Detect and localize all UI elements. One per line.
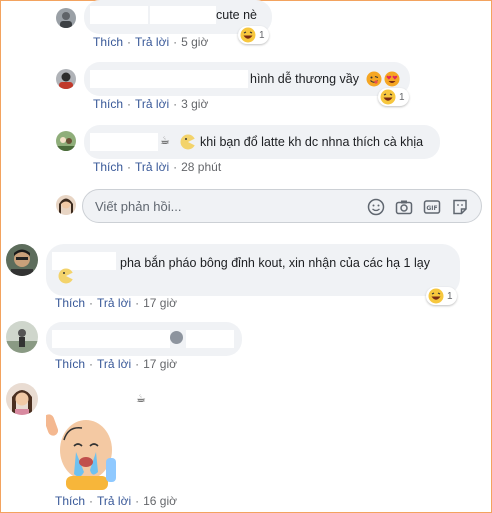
like-link[interactable]: Thích: [55, 357, 85, 371]
comment-actions: Thích · Trả lời · 28 phút: [93, 160, 222, 174]
laughing-emoji-icon: [428, 288, 444, 304]
laughing-emoji-icon: [380, 89, 396, 105]
timestamp[interactable]: 28 phút: [181, 160, 221, 174]
redacted-name: [90, 6, 148, 24]
timestamp[interactable]: 17 giờ: [143, 296, 177, 310]
comment-bubble: ☕ khi bạn đổ latte kh dc nhna thích cà k…: [84, 125, 440, 159]
sticker-icon[interactable]: [451, 198, 469, 216]
avatar[interactable]: [6, 244, 38, 276]
reply-link[interactable]: Trả lời: [97, 296, 131, 310]
comment-text: cute nè: [216, 8, 258, 22]
like-link[interactable]: Thích: [93, 160, 123, 174]
yum-emoji-icon: [366, 71, 382, 87]
like-link[interactable]: Thích: [55, 494, 85, 508]
avatar[interactable]: [56, 131, 76, 151]
avatar[interactable]: [56, 69, 76, 89]
reply-box[interactable]: GIF: [82, 189, 482, 223]
comment-actions: Thích · Trả lời · 17 giờ: [55, 357, 177, 371]
reply-link[interactable]: Trả lời: [135, 97, 169, 111]
comment-text: khi bạn đổ latte kh dc nhna thích cà khị…: [200, 135, 424, 149]
reaction-badge[interactable]: 1: [238, 26, 269, 44]
avatar[interactable]: [6, 321, 38, 353]
comment-text: hình dễ thương vầy: [250, 72, 359, 86]
moon-face-emoji-icon: [180, 134, 196, 150]
comment-actions: Thích · Trả lời · 16 giờ: [55, 494, 177, 508]
comment-bubble: hình dễ thương vầy: [84, 62, 410, 96]
timestamp[interactable]: 5 giờ: [181, 35, 208, 49]
coffee-icon: ☕: [160, 135, 170, 147]
coffee-icon: ☕: [136, 393, 146, 405]
camera-icon[interactable]: [395, 198, 413, 216]
reply-input[interactable]: [95, 197, 355, 215]
redacted-name: [90, 133, 158, 151]
comment-actions: Thích · Trả lời · 3 giờ: [93, 97, 209, 111]
heart-eyes-emoji-icon: [384, 71, 400, 87]
avatar[interactable]: [56, 8, 76, 28]
reply-link[interactable]: Trả lời: [135, 35, 169, 49]
verified-icon: [170, 331, 183, 344]
redacted-name: [186, 330, 234, 348]
reaction-badge[interactable]: 1: [378, 88, 409, 106]
reaction-count: 1: [259, 29, 265, 41]
svg-text:GIF: GIF: [426, 205, 437, 212]
reply-link[interactable]: Trả lời: [135, 160, 169, 174]
timestamp[interactable]: 3 giờ: [181, 97, 208, 111]
reaction-count: 1: [447, 290, 453, 302]
reaction-count: 1: [399, 91, 405, 103]
timestamp[interactable]: 16 giờ: [143, 494, 177, 508]
laughing-emoji-icon: [240, 27, 256, 43]
crying-bald-man-sticker: [43, 410, 122, 490]
timestamp[interactable]: 17 giờ: [143, 357, 177, 371]
reply-link[interactable]: Trả lời: [97, 357, 131, 371]
comment-actions: Thích · Trả lời · 17 giờ: [55, 296, 177, 310]
redacted-name: [46, 388, 134, 406]
gif-icon[interactable]: GIF: [423, 198, 441, 216]
comment-text: pha bắn pháo bông đỉnh kout, xin nhận củ…: [120, 256, 430, 270]
comment-bubble: pha bắn pháo bông đỉnh kout, xin nhận củ…: [46, 244, 460, 296]
redacted-name: [52, 330, 170, 348]
comment-actions: Thích · Trả lời · 5 giờ: [93, 35, 209, 49]
like-link[interactable]: Thích: [93, 35, 123, 49]
emoji-icon[interactable]: [367, 198, 385, 216]
reaction-badge[interactable]: 1: [426, 287, 457, 305]
like-link[interactable]: Thích: [55, 296, 85, 310]
user-avatar: [56, 195, 76, 215]
redacted-name: [150, 6, 216, 24]
comment-bubble: [46, 322, 242, 356]
moon-face-emoji-icon: [58, 268, 74, 284]
reply-link[interactable]: Trả lời: [97, 494, 131, 508]
like-link[interactable]: Thích: [93, 97, 123, 111]
redacted-name: [180, 70, 248, 88]
redacted-name: [90, 70, 180, 88]
avatar[interactable]: [6, 383, 38, 415]
